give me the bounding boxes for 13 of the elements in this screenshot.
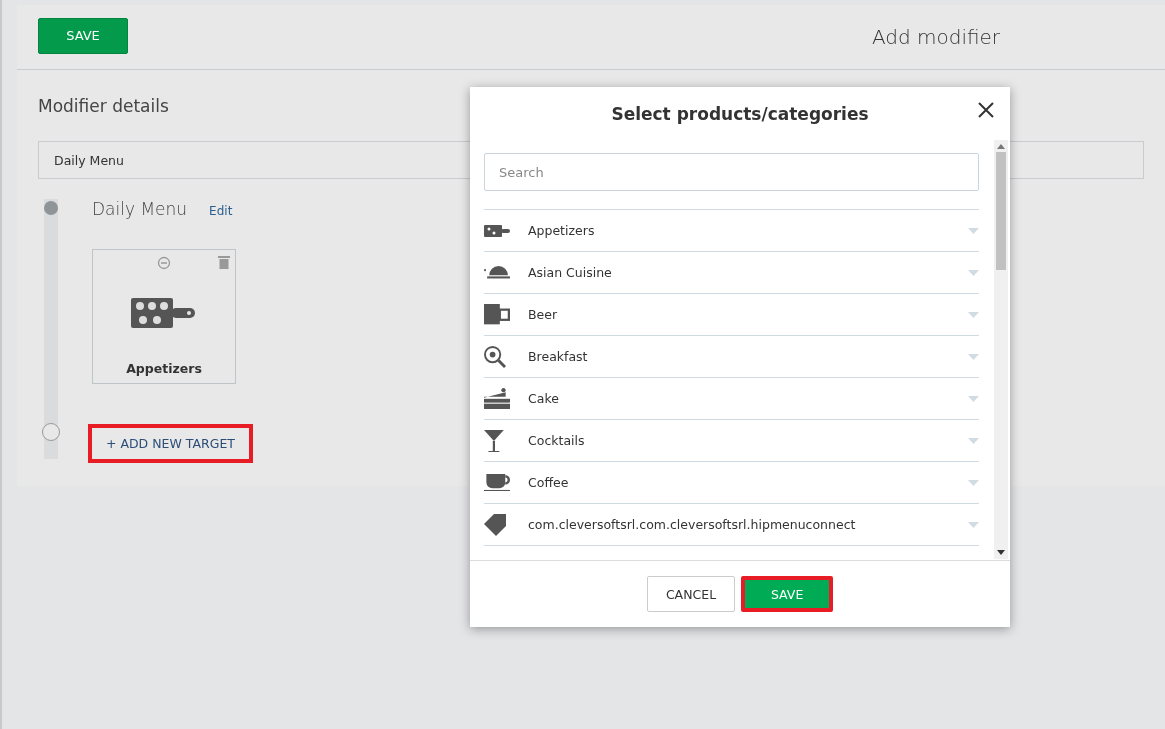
page-title: Add modifier bbox=[870, 25, 1002, 49]
dialog-title: Select products/categories bbox=[611, 104, 869, 124]
target-label: Appetizers bbox=[126, 361, 202, 376]
category-label: Beer bbox=[528, 307, 559, 322]
timeline-title: Daily Menu bbox=[92, 199, 188, 219]
category-label: Appetizers bbox=[528, 223, 596, 238]
category-label: Breakfast bbox=[528, 349, 589, 364]
category-label: Cocktails bbox=[528, 433, 586, 448]
category-label: Coffee bbox=[528, 475, 570, 490]
category-label: com.cleversoftsrl.com.cleversoftsrl.hipmenuconnect bbox=[528, 517, 857, 532]
category-label: Cake bbox=[528, 391, 560, 406]
category-label: Asian Cuisine bbox=[528, 265, 613, 280]
section-heading: Modifier details bbox=[38, 96, 169, 116]
